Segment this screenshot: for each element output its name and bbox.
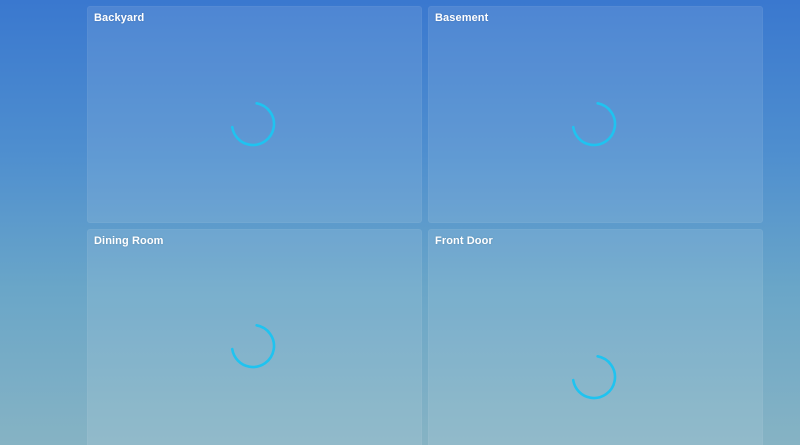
camera-label: Dining Room — [94, 235, 164, 247]
camera-tile-front-door[interactable]: Front Door — [428, 229, 763, 445]
camera-label: Front Door — [435, 235, 493, 247]
camera-label: Backyard — [94, 12, 145, 24]
camera-label: Basement — [435, 12, 489, 24]
loading-spinner-icon — [570, 353, 618, 401]
camera-tile-basement[interactable]: Basement — [428, 6, 763, 223]
camera-grid: Backyard Basement Dining Room Front Door — [87, 6, 763, 445]
camera-tile-backyard[interactable]: Backyard — [87, 6, 422, 223]
loading-spinner-icon — [229, 100, 277, 148]
loading-spinner-icon — [229, 322, 277, 370]
loading-spinner-icon — [570, 100, 618, 148]
camera-tile-dining-room[interactable]: Dining Room — [87, 229, 422, 445]
